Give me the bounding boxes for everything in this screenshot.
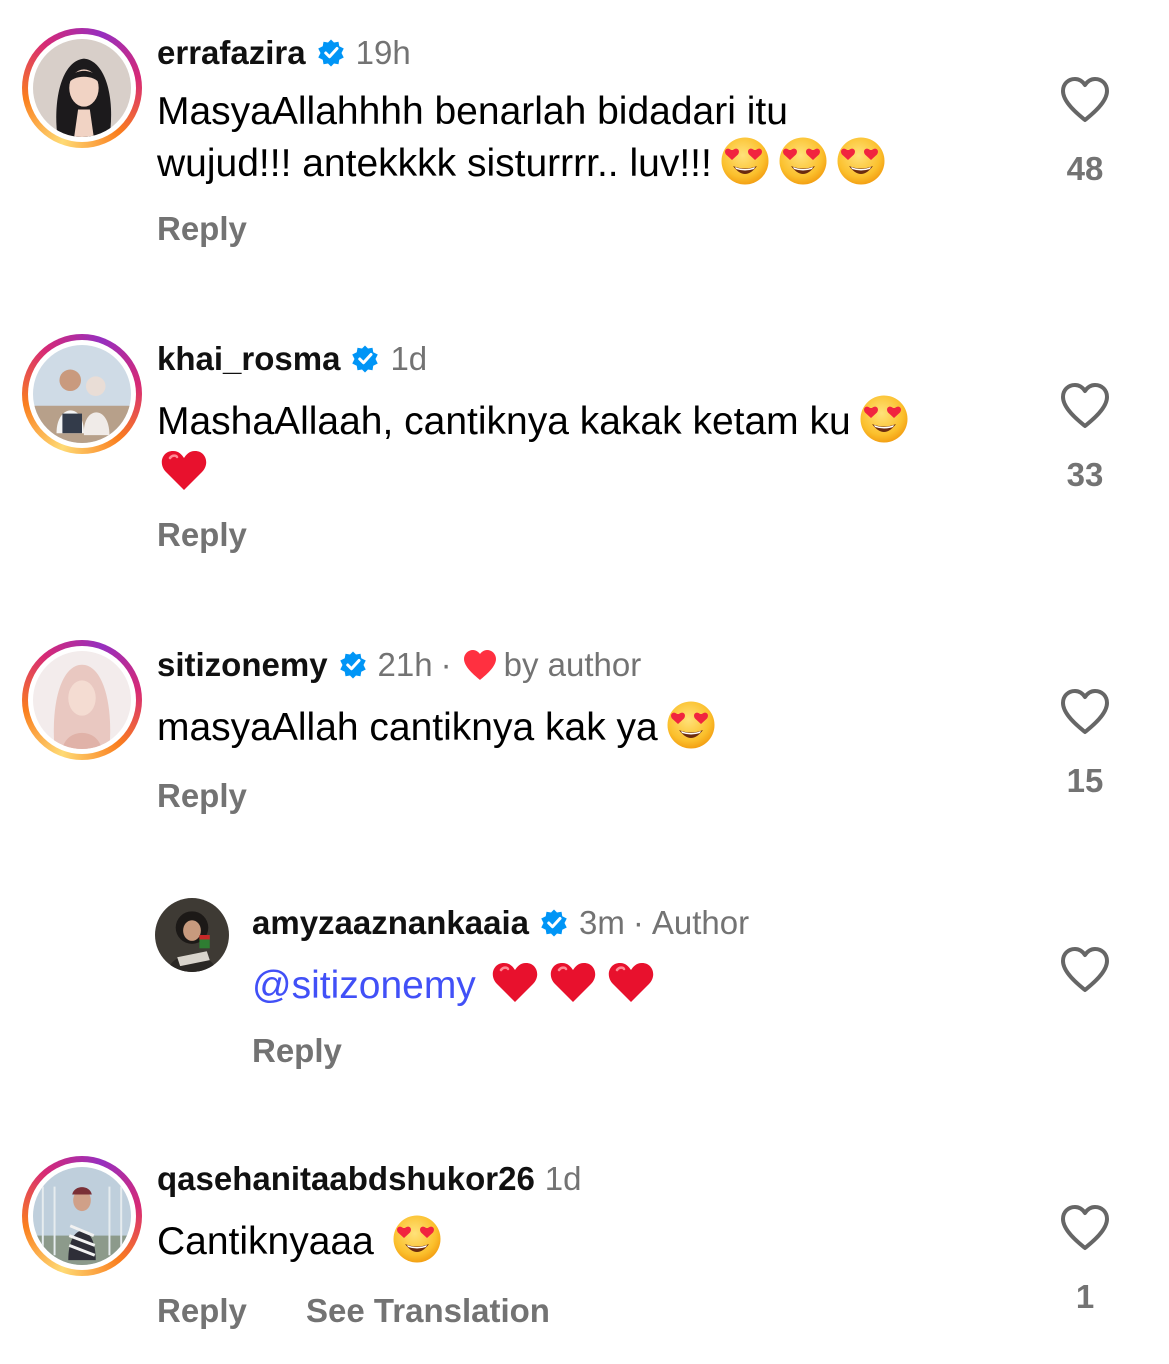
comment-text: masyaAllah cantiknya kak ya bbox=[157, 700, 716, 752]
author-label: Author bbox=[651, 904, 750, 941]
avatar[interactable] bbox=[22, 334, 142, 454]
reply-button[interactable]: Reply bbox=[157, 1292, 247, 1329]
avatar-image bbox=[33, 651, 131, 749]
separator-dot: · bbox=[440, 646, 452, 683]
timestamp: 3m bbox=[579, 904, 625, 941]
heart-outline-icon[interactable] bbox=[1059, 1204, 1111, 1252]
heart-outline-icon[interactable] bbox=[1059, 688, 1111, 736]
username[interactable]: errafazira bbox=[157, 34, 306, 72]
reply-button[interactable]: Reply bbox=[157, 210, 247, 247]
heart-outline-icon[interactable] bbox=[1059, 382, 1111, 430]
comment-text-line: Cantiknyaaa bbox=[157, 1220, 374, 1263]
comment-text-line-wrap: masyaAllah cantiknya kak ya bbox=[157, 700, 716, 752]
comment-text-line: masyaAllah cantiknya kak ya bbox=[157, 706, 658, 749]
comment-text-line-wrap bbox=[157, 446, 909, 498]
comment-text: @sitizonemy bbox=[252, 958, 656, 1010]
timestamp: 19h bbox=[355, 34, 411, 71]
avatar[interactable] bbox=[22, 640, 142, 760]
like-count: 48 bbox=[1066, 150, 1104, 187]
comment-text: MashaAllaah, cantiknya kakak ketam ku bbox=[157, 394, 909, 498]
verified-badge-icon bbox=[350, 344, 380, 374]
comment-text-line: wujud!!! antekkkk sisturrrr.. luv!!! bbox=[157, 142, 712, 185]
comment-text-line-wrap: @sitizonemy bbox=[252, 958, 656, 1010]
avatar-image bbox=[33, 1167, 131, 1265]
see-translation-button[interactable]: See Translation bbox=[306, 1292, 550, 1329]
heart-eyes-emoji-icon bbox=[666, 700, 716, 750]
like-count: 33 bbox=[1066, 456, 1104, 493]
comment-text-line-wrap: wujud!!! antekkkk sisturrrr.. luv!!! bbox=[157, 136, 886, 188]
username[interactable]: amyzaaznankaaia bbox=[252, 904, 529, 942]
heart-outline-icon[interactable] bbox=[1059, 946, 1111, 994]
like-control: 1 bbox=[1055, 1204, 1115, 1316]
heart-eyes-emoji-icon bbox=[859, 394, 909, 444]
verified-badge-icon bbox=[539, 908, 569, 938]
heart-eyes-emoji-icon bbox=[720, 136, 770, 186]
username[interactable]: qasehanitaabdshukor26 bbox=[157, 1160, 535, 1198]
comment-text-line: MashaAllaah, cantiknya kakak ketam ku bbox=[157, 400, 851, 443]
comment-text-line: MasyaAllahhhh benarlah bidadari itu bbox=[157, 90, 788, 133]
like-count: 15 bbox=[1066, 762, 1104, 799]
like-control bbox=[1055, 946, 1115, 994]
red-heart-emoji-icon bbox=[548, 958, 598, 1008]
comment-text: Cantiknyaaa bbox=[157, 1214, 442, 1266]
heart-eyes-emoji-icon bbox=[836, 136, 886, 186]
heart-eyes-emoji-icon bbox=[392, 1214, 442, 1264]
reply-button[interactable]: Reply bbox=[157, 516, 247, 553]
avatar[interactable] bbox=[22, 1156, 142, 1276]
verified-badge-icon bbox=[316, 38, 346, 68]
timestamp: 21h bbox=[377, 646, 433, 683]
timestamp: 1d bbox=[390, 340, 428, 377]
avatar-image bbox=[155, 898, 229, 972]
red-heart-icon bbox=[463, 650, 496, 680]
username[interactable]: khai_rosma bbox=[157, 340, 340, 378]
reply-button[interactable]: Reply bbox=[157, 777, 247, 814]
like-control: 48 bbox=[1055, 76, 1115, 188]
mention-link[interactable]: @sitizonemy bbox=[252, 964, 476, 1007]
red-heart-emoji-icon bbox=[159, 446, 209, 496]
avatar-image bbox=[33, 39, 131, 137]
red-heart-emoji-icon bbox=[490, 958, 540, 1008]
liked-by-author-label: by author bbox=[503, 646, 642, 683]
like-control: 33 bbox=[1055, 382, 1115, 494]
timestamp: 1d bbox=[544, 1160, 582, 1197]
heart-outline-icon[interactable] bbox=[1059, 76, 1111, 124]
comment-text-line-wrap: Cantiknyaaa bbox=[157, 1214, 442, 1266]
comment-text: MasyaAllahhhh benarlah bidadari itu wuju… bbox=[157, 88, 886, 188]
avatar[interactable] bbox=[155, 898, 229, 972]
comment-text-line-wrap: MashaAllaah, cantiknya kakak ketam ku bbox=[157, 394, 909, 446]
like-count: 1 bbox=[1075, 1278, 1095, 1315]
reply-button[interactable]: Reply bbox=[252, 1032, 342, 1069]
username[interactable]: sitizonemy bbox=[157, 646, 328, 684]
heart-eyes-emoji-icon bbox=[778, 136, 828, 186]
avatar[interactable] bbox=[22, 28, 142, 148]
verified-badge-icon bbox=[338, 650, 368, 680]
separator-dot: · bbox=[632, 904, 644, 941]
like-control: 15 bbox=[1055, 688, 1115, 800]
red-heart-emoji-icon bbox=[606, 958, 656, 1008]
avatar-image bbox=[33, 345, 131, 443]
